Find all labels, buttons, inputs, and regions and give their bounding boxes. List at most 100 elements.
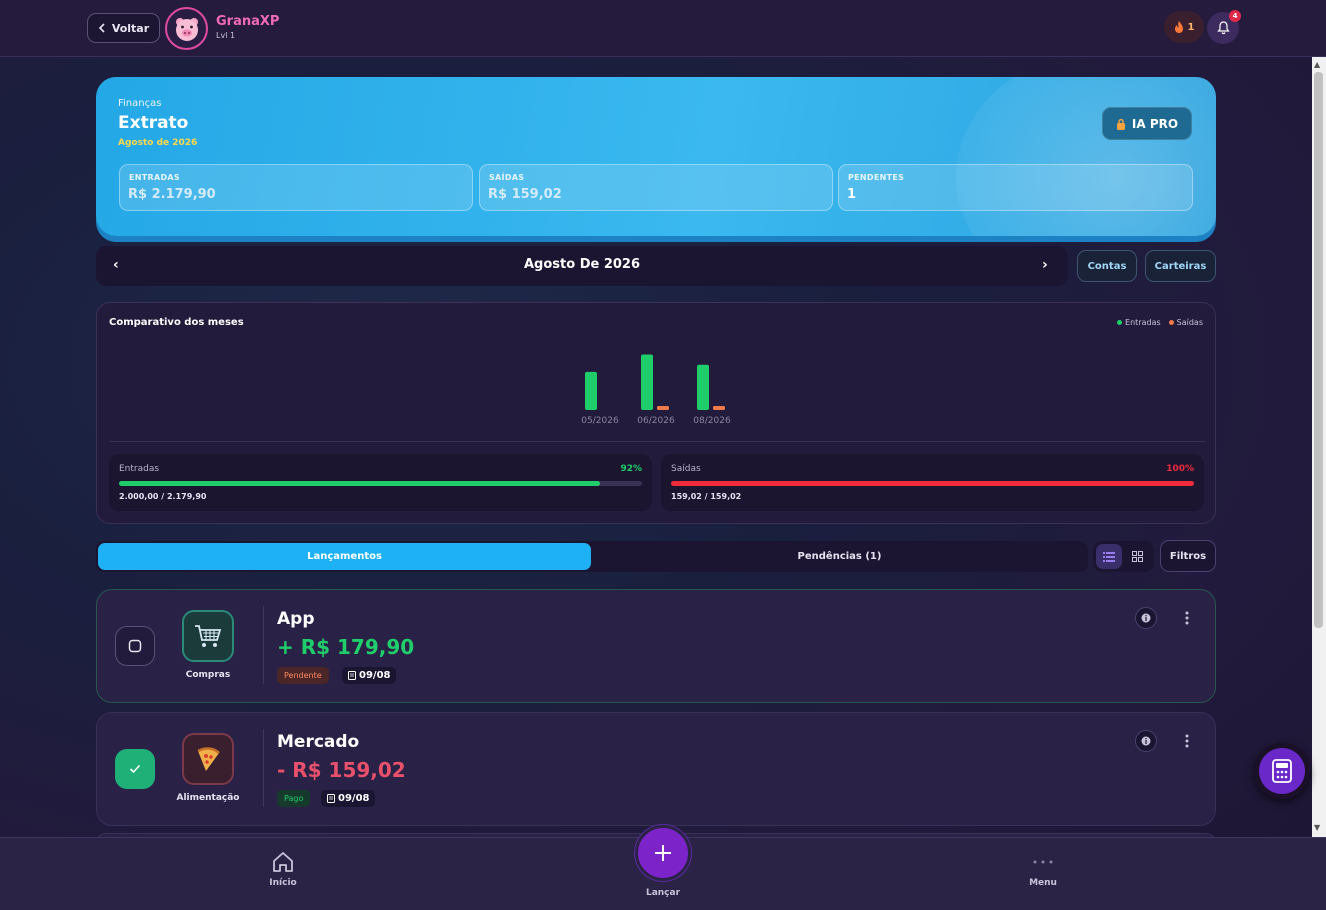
expense-progress-fill	[671, 481, 1194, 486]
card-separator	[263, 729, 264, 807]
document-icon	[327, 794, 335, 803]
transaction-card[interactable]: Compras App + R$ 179,90 Pendente 09/08	[96, 589, 1216, 703]
expense-stat: SAÍDAS R$ 159,02	[479, 164, 833, 211]
expense-stat-label: SAÍDAS	[489, 173, 525, 182]
back-button[interactable]: Voltar	[87, 13, 160, 43]
x-tick-label: 08/2026	[693, 416, 731, 426]
list-tabs: Lançamentos Pendências (1)	[96, 541, 1088, 572]
transaction-name: Mercado	[277, 732, 360, 752]
status-badge: Pendente	[277, 667, 329, 684]
grid-icon	[1131, 551, 1143, 562]
nav-home[interactable]: Início	[243, 850, 323, 888]
more-horizontal-icon	[1033, 860, 1053, 864]
income-progress-track	[119, 481, 642, 486]
tab-entries[interactable]: Lançamentos	[98, 543, 591, 570]
pending-stat-value: 1	[847, 187, 857, 202]
back-button-label: Voltar	[111, 21, 150, 35]
calculator-button[interactable]	[1254, 743, 1310, 799]
income-progress-amounts: 2.000,00 / 2.179,90	[119, 492, 207, 501]
bar-expense-08-2026	[713, 405, 725, 410]
section-eyebrow: Finanças	[118, 98, 162, 109]
pending-stat: PENDENTES 1	[838, 164, 1193, 211]
streak-count: 1	[1187, 21, 1195, 33]
transaction-more-button[interactable]	[1177, 608, 1197, 628]
bar-income-05-2026	[585, 371, 597, 410]
flame-icon	[1174, 21, 1183, 33]
expense-progress-amounts: 159,02 / 159,02	[671, 492, 742, 501]
calculator-icon	[1272, 759, 1292, 783]
category-label: Alimentação	[176, 793, 240, 803]
lock-icon	[1116, 118, 1125, 130]
expense-stat-value: R$ 159,02	[488, 187, 562, 202]
page-title: Extrato	[118, 113, 189, 133]
transaction-amount: - R$ 159,02	[277, 758, 406, 782]
avatar[interactable]	[165, 7, 208, 50]
category-label: Compras	[185, 670, 231, 680]
previous-month-button[interactable]: ‹	[113, 257, 119, 273]
accounts-button[interactable]: Contas	[1077, 250, 1137, 282]
income-progress-label: Entradas	[119, 464, 160, 474]
bell-icon	[1216, 21, 1230, 35]
period-subtitle: Agosto de 2026	[118, 138, 198, 148]
x-tick-label: 05/2026	[581, 416, 619, 426]
transaction-info-button[interactable]	[1135, 730, 1157, 752]
filters-button[interactable]: Filtros	[1160, 540, 1216, 572]
statement-summary-card: Finanças Extrato Agosto de 2026 IA PRO E…	[96, 77, 1216, 236]
transaction-info-button[interactable]	[1135, 607, 1157, 629]
wallets-button[interactable]: Carteiras	[1145, 250, 1216, 282]
list-view-button[interactable]	[1096, 544, 1122, 569]
category-badge-shopping	[182, 610, 234, 662]
transaction-date: 09/08	[321, 790, 376, 807]
expense-progress-label: Saídas	[671, 464, 701, 474]
income-progress-percent: 92%	[620, 464, 642, 474]
monthly-comparison-card: Comparativo dos meses Entradas Saídas 05…	[96, 302, 1216, 524]
pending-stat-label: PENDENTES	[848, 173, 905, 182]
next-month-button[interactable]: ›	[1042, 257, 1048, 273]
more-vertical-icon	[1185, 734, 1189, 748]
ia-pro-button[interactable]: IA PRO	[1102, 107, 1192, 140]
document-icon	[348, 671, 356, 680]
app-name: GranaXP	[216, 14, 280, 29]
bar-income-08-2026	[697, 364, 709, 410]
tab-pending[interactable]: Pendências (1)	[593, 543, 1086, 570]
ia-pro-label: IA PRO	[1131, 116, 1179, 131]
transaction-checkbox[interactable]	[115, 749, 155, 789]
launch-transaction-label: Lançar	[645, 888, 681, 898]
transaction-name: App	[277, 609, 315, 629]
more-vertical-icon	[1185, 611, 1189, 625]
chevron-left-icon	[98, 23, 105, 33]
x-tick-label: 06/2026	[637, 416, 675, 426]
transaction-date: 09/08	[342, 667, 397, 684]
scroll-up-arrow-icon[interactable]: ▲	[1314, 60, 1320, 69]
info-icon	[1141, 613, 1151, 623]
scrollbar-thumb[interactable]	[1314, 72, 1323, 628]
pizza-icon	[197, 747, 220, 771]
shopping-cart-icon	[195, 625, 222, 647]
calculator-button-inner	[1259, 748, 1305, 794]
expense-progress-track	[671, 481, 1194, 486]
grid-view-button[interactable]	[1124, 544, 1150, 569]
income-progress-fill	[119, 481, 601, 486]
transaction-amount: + R$ 179,90	[277, 635, 415, 659]
transaction-checkbox[interactable]	[115, 626, 155, 666]
bar-expense-06-2026	[657, 405, 669, 410]
transaction-more-button[interactable]	[1177, 731, 1197, 751]
transaction-card[interactable]: Alimentação Mercado - R$ 159,02 Pago 09/…	[96, 712, 1216, 826]
info-icon	[1141, 736, 1151, 746]
bar-income-06-2026	[641, 354, 653, 410]
month-selector: Agosto De 2026 ‹ ›	[96, 246, 1068, 286]
nav-menu[interactable]: Menu	[1003, 850, 1083, 888]
expense-progress: Saídas 100% 159,02 / 159,02	[661, 454, 1204, 511]
view-mode-toggle	[1093, 541, 1154, 572]
streak-badge[interactable]: 1	[1164, 11, 1204, 43]
scroll-down-arrow-icon[interactable]: ▼	[1314, 823, 1320, 832]
income-stat-value: R$ 2.179,90	[128, 187, 216, 202]
launch-transaction-button[interactable]	[635, 825, 691, 881]
income-progress: Entradas 92% 2.000,00 / 2.179,90	[109, 454, 652, 511]
card-separator	[263, 606, 264, 684]
notification-count-badge: 4	[1229, 10, 1241, 22]
bar-chart: 05/2026 06/2026 08/2026	[581, 354, 731, 426]
checkmark-icon	[129, 764, 141, 774]
chart-divider	[109, 441, 1205, 442]
user-level: Lvl 1	[216, 31, 236, 40]
